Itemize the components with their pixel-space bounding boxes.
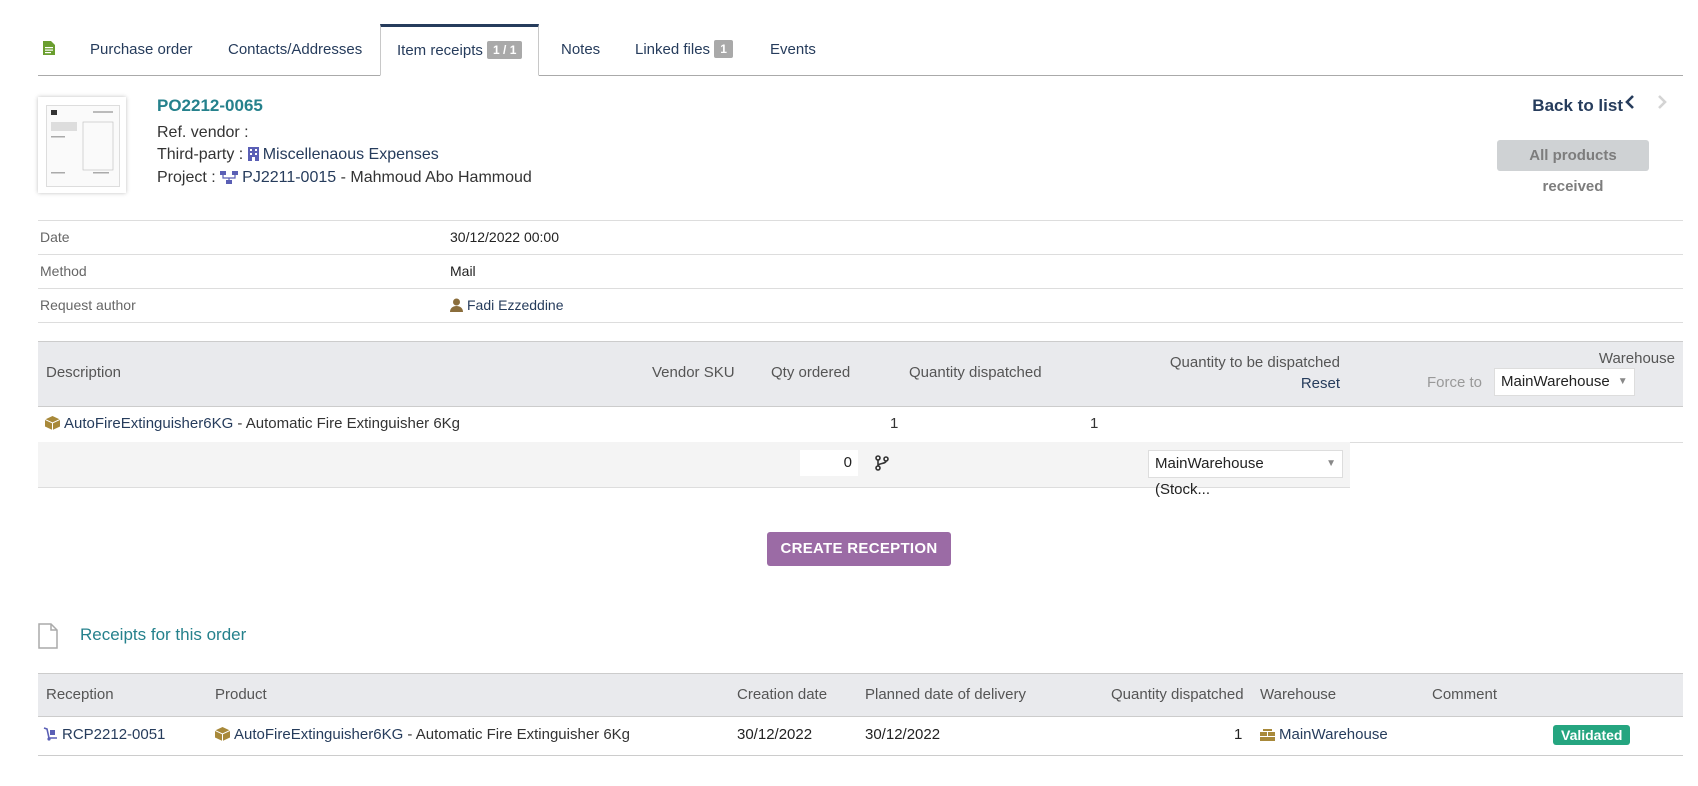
tab-events[interactable]: Events bbox=[770, 24, 816, 75]
col-qty-ordered: Qty ordered bbox=[771, 364, 851, 381]
chevron-down-icon: ▼ bbox=[1326, 458, 1336, 469]
request-author-link[interactable]: Fadi Ezzeddine bbox=[467, 297, 564, 313]
document-icon[interactable] bbox=[42, 24, 56, 75]
force-warehouse-value: MainWarehouse bbox=[1501, 373, 1610, 390]
tab-item-receipts[interactable]: Item receipts 1 / 1 bbox=[380, 24, 540, 76]
project-icon bbox=[220, 171, 239, 184]
project-line: Project : PJ2211-0015 - Mahmoud Abo Hamm… bbox=[157, 169, 532, 187]
line-product-link[interactable]: AutoFireExtinguisher6KG bbox=[64, 415, 233, 432]
col-description: Description bbox=[46, 364, 122, 381]
col-product: Product bbox=[215, 686, 267, 703]
receipt-product-link[interactable]: AutoFireExtinguisher6KG bbox=[234, 726, 403, 743]
tab-bar: Purchase order Contacts/Addresses Item r… bbox=[38, 24, 1683, 76]
info-label: Date bbox=[40, 229, 70, 245]
line-warehouse-select[interactable]: MainWarehouse (Stock... ▼ bbox=[1148, 450, 1343, 498]
third-party-link[interactable]: Miscellenaous Expenses bbox=[263, 146, 439, 163]
third-party-line: Third-party : Miscellenaous Expenses bbox=[157, 146, 439, 164]
back-to-list-link[interactable]: Back to list bbox=[1532, 96, 1623, 116]
col-creation-date: Creation date bbox=[737, 686, 828, 703]
col-qty-dispatched: Quantity dispatched bbox=[1111, 686, 1244, 703]
third-party-label: Third-party : bbox=[157, 146, 244, 163]
previous-record-icon[interactable] bbox=[1624, 94, 1636, 115]
order-ref: PO2212-0065 bbox=[157, 96, 263, 115]
receipt-product-label: - Automatic Fire Extinguisher 6Kg bbox=[407, 726, 631, 743]
info-value: 30/12/2022 00:00 bbox=[450, 229, 559, 245]
force-to-label: Force to bbox=[1427, 374, 1483, 391]
chevron-down-icon: ▼ bbox=[1617, 376, 1628, 387]
building-icon bbox=[247, 147, 259, 161]
receipt-warehouse-link[interactable]: MainWarehouse bbox=[1279, 726, 1388, 743]
receipt-qty: 1 bbox=[1234, 726, 1243, 743]
product-box-icon bbox=[45, 416, 60, 430]
project-label: Project : bbox=[157, 169, 216, 186]
col-planned-date: Planned date of delivery bbox=[865, 686, 1026, 703]
qty-to-dispatch-input[interactable]: 0 bbox=[800, 450, 858, 476]
info-row-request-author: Request author Fadi Ezzeddine bbox=[38, 288, 1683, 323]
project-name: - Mahmoud Abo Hammoud bbox=[340, 169, 532, 186]
tab-notes[interactable]: Notes bbox=[561, 24, 600, 75]
col-vendor-sku: Vendor SKU bbox=[652, 364, 735, 381]
status-badge: Validated bbox=[1553, 725, 1631, 745]
info-label: Method bbox=[40, 263, 87, 279]
document-thumbnail[interactable] bbox=[38, 97, 126, 193]
receipt-reception: RCP2212-0051 bbox=[43, 726, 165, 743]
request-author: Fadi Ezzeddine bbox=[450, 297, 564, 313]
next-record-icon bbox=[1656, 94, 1668, 115]
tab-linked-files[interactable]: Linked files 1 bbox=[635, 24, 733, 75]
document-page-preview bbox=[46, 105, 120, 187]
line-qty-dispatched: 1 bbox=[1090, 415, 1099, 432]
col-warehouse: Warehouse bbox=[1260, 686, 1337, 703]
receipt-product: AutoFireExtinguisher6KG - Automatic Fire… bbox=[215, 726, 630, 743]
user-icon bbox=[450, 298, 463, 312]
force-warehouse-select[interactable]: MainWarehouse ▼ bbox=[1494, 368, 1635, 396]
ref-vendor-label: Ref. vendor : bbox=[157, 124, 249, 141]
receipts-section-title: Receipts for this order bbox=[80, 625, 247, 644]
all-products-received-button: All products received bbox=[1497, 140, 1649, 195]
receipt-warehouse: MainWarehouse bbox=[1260, 726, 1388, 743]
info-value: Mail bbox=[450, 263, 476, 279]
col-warehouse: Warehouse bbox=[1598, 350, 1675, 367]
create-reception-button[interactable]: CREATE RECEPTION bbox=[767, 532, 951, 566]
line-warehouse-value: MainWarehouse (Stock... bbox=[1155, 455, 1264, 498]
product-box-icon bbox=[215, 727, 230, 741]
receipt-planned-date: 30/12/2022 bbox=[865, 726, 941, 743]
reception-link[interactable]: RCP2212-0051 bbox=[62, 726, 165, 743]
col-qty-to-dispatch: Quantity to be dispatched bbox=[1169, 354, 1340, 371]
order-info-table: Date 30/12/2022 00:00 Method Mail Reques… bbox=[38, 220, 1683, 323]
info-row-method: Method Mail bbox=[38, 254, 1683, 288]
line-product: AutoFireExtinguisher6KG - Automatic Fire… bbox=[45, 415, 460, 432]
file-icon bbox=[38, 623, 58, 653]
tab-linked-files-label: Linked files bbox=[635, 41, 711, 58]
tab-item-receipts-label: Item receipts bbox=[397, 42, 483, 59]
line-qty-ordered: 1 bbox=[890, 415, 899, 432]
reset-link[interactable]: Reset bbox=[1301, 375, 1340, 392]
tab-linked-files-badge: 1 bbox=[714, 40, 733, 58]
tab-purchase-order[interactable]: Purchase order bbox=[90, 24, 193, 75]
info-label: Request author bbox=[40, 297, 136, 313]
receipts-table-header: Reception Product Creation date Planned … bbox=[38, 673, 1683, 717]
split-line-icon[interactable] bbox=[875, 455, 889, 475]
tab-item-receipts-badge: 1 / 1 bbox=[487, 41, 523, 59]
receipt-creation-date: 30/12/2022 bbox=[737, 726, 813, 743]
dolly-icon bbox=[43, 727, 57, 741]
dispatch-input-row: 0 MainWarehouse (Stock... ▼ bbox=[38, 442, 1350, 498]
tab-contacts-addresses[interactable]: Contacts/Addresses bbox=[228, 24, 362, 75]
project-link[interactable]: PJ2211-0015 bbox=[242, 169, 336, 186]
info-row-date: Date 30/12/2022 00:00 bbox=[38, 220, 1683, 254]
order-line-row: AutoFireExtinguisher6KG - Automatic Fire… bbox=[38, 405, 1683, 443]
lines-table-header: Description Vendor SKU Qty ordered Quant… bbox=[38, 341, 1683, 407]
warehouse-icon bbox=[1260, 729, 1275, 741]
col-comment: Comment bbox=[1432, 686, 1498, 703]
col-qty-dispatched: Quantity dispatched bbox=[909, 364, 1042, 381]
receipt-row: RCP2212-0051 AutoFireExtinguisher6KG - A… bbox=[38, 715, 1683, 756]
col-reception: Reception bbox=[46, 686, 114, 703]
line-product-label: - Automatic Fire Extinguisher 6Kg bbox=[237, 415, 461, 432]
